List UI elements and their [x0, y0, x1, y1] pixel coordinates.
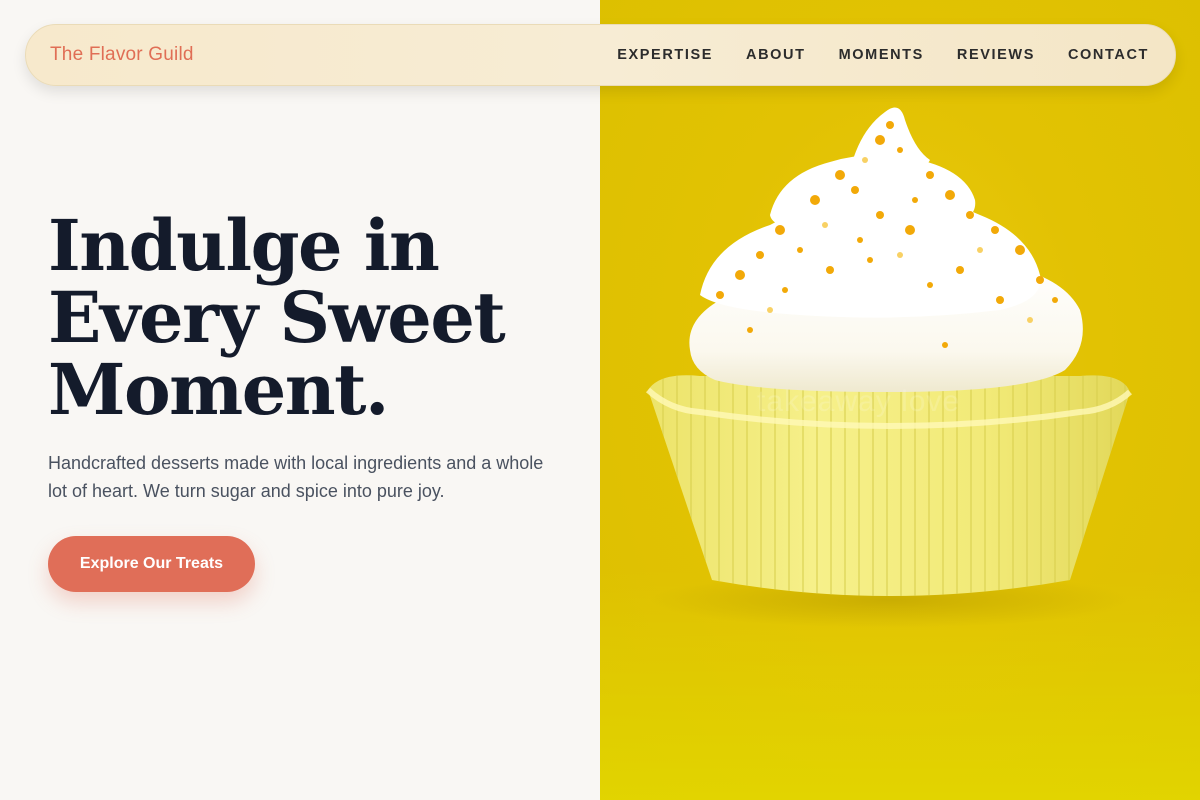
hero-description: Handcrafted desserts made with local ing… [48, 453, 544, 501]
explore-treats-button[interactable]: Explore Our Treats [48, 536, 255, 592]
nav-menu: EXPERTISE ABOUT MOMENTS REVIEWS CONTACT [584, 47, 1149, 63]
nav-link-contact[interactable]: CONTACT [1068, 47, 1149, 63]
hero-title-line-3: Moment. [48, 348, 389, 431]
nav-link-about[interactable]: ABOUT [746, 47, 806, 63]
top-navbar: The Flavor Guild EXPERTISE ABOUT MOMENTS… [25, 24, 1176, 86]
nav-link-reviews[interactable]: REVIEWS [957, 47, 1035, 63]
hero-title-line-2: Every Sweet [48, 276, 506, 359]
nav-link-moments[interactable]: MOMENTS [839, 47, 924, 63]
image-watermark: takeaway love [757, 385, 961, 418]
brand-logo-link[interactable]: The Flavor Guild [50, 44, 194, 66]
hero-title-line-1: Indulge in [48, 204, 440, 287]
hero-title: Indulge in Every Sweet Moment. [48, 210, 588, 426]
nav-link-expertise[interactable]: EXPERTISE [617, 47, 713, 63]
